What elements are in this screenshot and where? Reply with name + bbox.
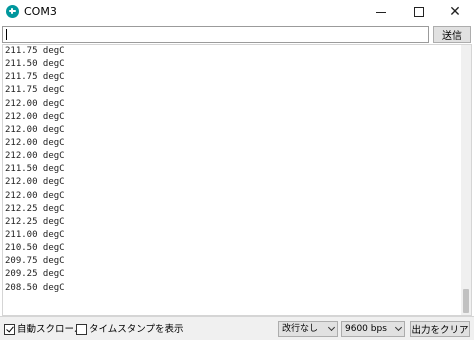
title-bar: COM3 ✕ — [0, 0, 474, 24]
send-button[interactable]: 送信 — [433, 26, 471, 43]
minimize-button[interactable] — [362, 0, 400, 24]
baud-rate-select[interactable]: 9600 bps — [341, 321, 405, 337]
text-caret — [6, 29, 7, 40]
output-line: 211.50 degC — [5, 59, 65, 70]
timestamp-checkbox[interactable] — [76, 324, 87, 335]
output-line: 212.00 degC — [5, 177, 65, 188]
output-line: 211.75 degC — [5, 85, 65, 96]
clear-output-button[interactable]: 出力をクリア — [410, 321, 470, 337]
output-line: 212.00 degC — [5, 124, 65, 135]
output-line: 212.25 degC — [5, 203, 65, 214]
output-line: 208.50 degC — [5, 282, 65, 293]
output-line: 211.75 degC — [5, 46, 65, 56]
output-line: 212.00 degC — [5, 98, 65, 109]
autoscroll-label: 自動スクロール — [17, 324, 84, 335]
status-bar: 自動スクロール タイムスタンプを表示 改行なし 9600 bps 出力をクリア — [0, 316, 474, 340]
output-line: 211.75 degC — [5, 72, 65, 83]
chevron-down-icon — [327, 323, 336, 332]
output-line: 209.75 degC — [5, 256, 65, 267]
output-line: 212.00 degC — [5, 111, 65, 122]
output-line: 212.25 degC — [5, 216, 65, 227]
autoscroll-checkbox[interactable] — [4, 324, 15, 335]
vertical-scrollbar[interactable] — [461, 45, 471, 315]
output-line: 212.00 degC — [5, 190, 65, 201]
close-icon: ✕ — [449, 4, 461, 20]
maximize-button[interactable] — [400, 0, 438, 24]
output-lines: 211.75 degC 211.50 degC 211.75 degC 211.75 … — [5, 45, 65, 295]
minimize-icon — [376, 11, 386, 13]
arduino-icon — [6, 5, 19, 18]
send-input[interactable] — [2, 26, 429, 43]
close-button[interactable]: ✕ — [436, 0, 474, 24]
output-line: 212.00 degC — [5, 137, 65, 148]
window-title: COM3 — [24, 5, 57, 18]
send-row: 送信 — [0, 24, 474, 44]
chevron-down-icon — [394, 323, 403, 332]
check-mark-icon — [6, 324, 14, 333]
maximize-icon — [414, 7, 424, 17]
timestamp-label: タイムスタンプを表示 — [89, 324, 184, 335]
serial-output[interactable]: 211.75 degC 211.50 degC 211.75 degC 211.75 … — [2, 44, 472, 316]
output-line: 210.50 degC — [5, 243, 65, 254]
output-line: 212.00 degC — [5, 151, 65, 162]
line-ending-select[interactable]: 改行なし — [278, 321, 338, 337]
output-line: 209.25 degC — [5, 269, 65, 280]
output-line: 211.50 degC — [5, 164, 65, 175]
output-line: 211.00 degC — [5, 229, 65, 240]
baud-rate-value: 9600 bps — [345, 324, 387, 334]
line-ending-value: 改行なし — [282, 324, 319, 334]
scroll-thumb[interactable] — [463, 289, 469, 313]
